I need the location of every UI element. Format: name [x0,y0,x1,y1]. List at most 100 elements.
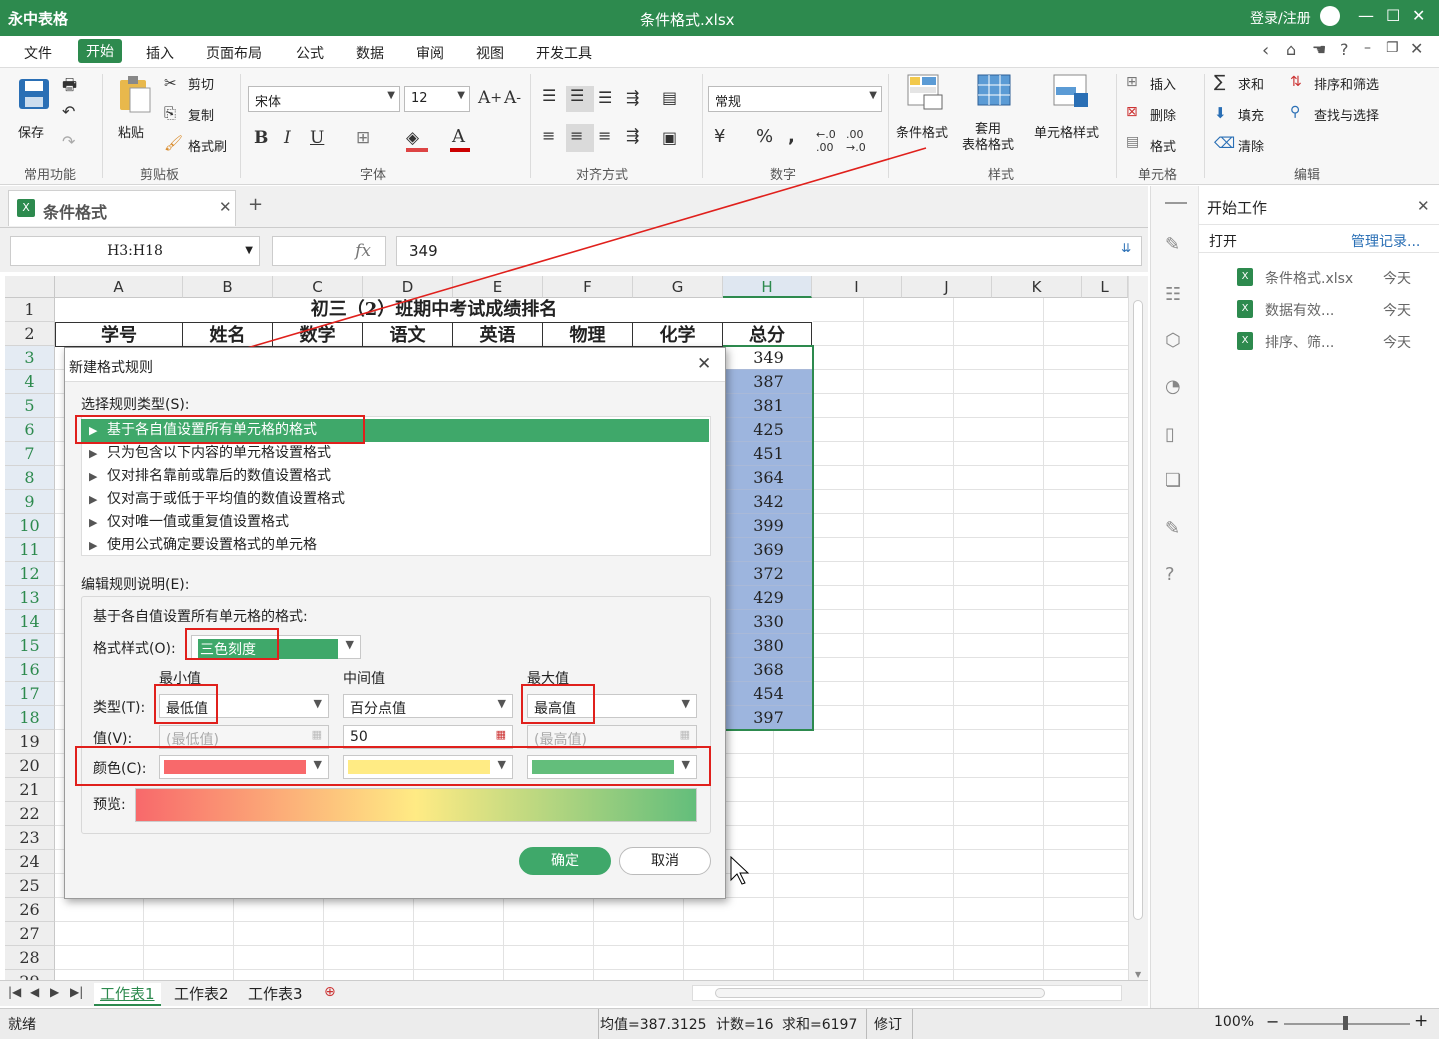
cancel-button[interactable]: 取消 [619,847,711,875]
maximize-icon[interactable]: ☐ [1386,6,1400,25]
total-cell[interactable]: 397 [724,706,813,730]
currency-icon[interactable]: ¥ [714,126,725,147]
prev-sheet-icon[interactable]: ◀ [30,985,39,999]
zoom-slider-handle[interactable] [1343,1016,1348,1030]
row-header[interactable]: 24 [5,850,55,874]
sum-icon[interactable]: ∑ [1214,72,1225,92]
total-cell[interactable]: 372 [724,562,813,586]
edit-icon[interactable]: ✎ [1165,518,1180,539]
document-tab[interactable]: X 条件格式 ✕ [8,190,236,226]
menu-file[interactable]: 文件 [24,43,52,63]
fill-color-icon[interactable]: ◈ [406,128,419,148]
column-header[interactable]: H [723,276,812,298]
copy-button[interactable]: 复制 [188,105,214,124]
row-header[interactable]: 16 [5,658,55,682]
row-header[interactable]: 7 [5,442,55,466]
increase-decimal-icon[interactable]: ←.0.00 [816,128,836,154]
doc-close-icon[interactable]: ✕ [1410,39,1423,58]
total-cell[interactable]: 454 [724,682,813,706]
add-sheet-icon[interactable]: ⊕ [324,984,336,1000]
rule-item-average[interactable]: ▶ 仅对高于或低于平均值的数值设置格式 [81,488,709,511]
insert-button[interactable]: 插入 [1150,74,1176,93]
border-icon[interactable]: ⊞ [356,128,370,148]
row-header[interactable]: 23 [5,826,55,850]
column-header[interactable]: K [992,276,1082,298]
zoom-in-icon[interactable]: + [1414,1011,1428,1031]
name-box[interactable]: H3:H18 ▼ [10,236,260,266]
comma-icon[interactable]: , [788,126,795,147]
row-header[interactable]: 6 [5,418,55,442]
row-header[interactable]: 17 [5,682,55,706]
row-header[interactable]: 28 [5,946,55,970]
sheet-tab-3[interactable]: 工作表3 [248,983,303,1004]
doc-restore-icon[interactable]: ❐ [1386,40,1399,56]
dialog-close-icon[interactable]: ✕ [697,354,711,374]
eraser-icon[interactable]: ⌫ [1214,134,1235,152]
last-sheet-icon[interactable]: ▶| [70,985,83,999]
delete-button[interactable]: 删除 [1150,105,1176,124]
fill-button[interactable]: 填充 [1238,105,1264,124]
total-cell[interactable]: 381 [724,394,813,418]
font-size-select[interactable]: 12 ▼ [404,86,470,112]
header-cell[interactable]: 语文 [363,322,453,347]
zoom-out-icon[interactable]: − [1266,1012,1279,1031]
scroll-down-icon[interactable]: ▼ [1135,970,1141,979]
close-icon[interactable]: ✕ [1412,6,1425,25]
insert-cell-icon[interactable]: ⊞ [1126,74,1138,90]
merge-icon[interactable]: ▣ [662,128,677,147]
save-button[interactable]: 保存 [18,122,44,141]
format-painter-icon[interactable]: 🖌 [164,134,183,152]
sum-button[interactable]: 求和 [1238,74,1264,93]
range-picker-icon[interactable]: ▦ [680,728,690,741]
column-header[interactable]: J [902,276,992,298]
menu-view[interactable]: 视图 [476,43,504,63]
percent-icon[interactable]: % [756,126,773,147]
revision-mode[interactable]: 修订 [874,1014,902,1034]
delete-cell-icon[interactable]: ⊠ [1126,104,1138,120]
menu-page-layout[interactable]: 页面布局 [206,43,262,63]
header-cell[interactable]: 化学 [633,322,723,347]
pen-icon[interactable]: ✎ [1165,234,1180,255]
hand-icon[interactable]: ☚ [1312,40,1326,59]
format-button[interactable]: 格式 [1150,136,1176,155]
total-cell[interactable]: 429 [724,586,813,610]
header-cell[interactable]: 数学 [273,322,363,347]
header-cell[interactable]: 物理 [543,322,633,347]
row-header[interactable]: 1 [5,298,55,322]
close-tab-icon[interactable]: ✕ [219,198,232,216]
row-header[interactable]: 12 [5,562,55,586]
expand-formula-icon[interactable]: ⇊ [1121,241,1131,255]
fill-down-icon[interactable]: ⬇ [1214,104,1227,122]
open-label[interactable]: 打开 [1209,231,1237,251]
conditional-format-button[interactable]: 条件格式 [896,122,948,141]
next-sheet-icon[interactable]: ▶ [50,985,59,999]
row-header[interactable]: 13 [5,586,55,610]
cut-button[interactable]: 剪切 [188,74,214,93]
ok-button[interactable]: 确定 [519,847,611,875]
close-pane-icon[interactable]: ✕ [1417,197,1430,215]
align-right-icon[interactable]: ≡ [598,126,611,145]
menu-review[interactable]: 审阅 [416,43,444,63]
row-header[interactable]: 18 [5,706,55,730]
align-middle-icon[interactable]: ☰ [570,86,584,105]
column-header[interactable]: D [363,276,453,298]
total-cell[interactable]: 368 [724,658,813,682]
row-header[interactable]: 29 [5,970,55,980]
grow-font-icon[interactable]: A + [478,88,502,108]
total-cell[interactable]: 369 [724,538,813,562]
distribute-icon[interactable]: ⇶ [626,126,639,145]
first-sheet-icon[interactable]: |◀ [8,985,21,999]
row-header[interactable]: 11 [5,538,55,562]
column-header[interactable]: A [55,276,183,298]
menu-formulas[interactable]: 公式 [296,43,324,63]
cut-icon[interactable]: ✂ [164,74,177,92]
bold-icon[interactable]: B [254,128,268,148]
manage-records-link[interactable]: 管理记录... [1351,231,1420,251]
header-cell[interactable]: 姓名 [183,322,273,347]
indent-icon[interactable]: ⇶ [626,88,639,107]
column-header[interactable]: C [273,276,363,298]
clipboard-icon[interactable]: ▯ [1165,424,1175,445]
minimize-icon[interactable]: — [1358,6,1374,25]
recent-file-item[interactable]: X 条件格式.xlsx 今天 [1237,266,1433,290]
collapse-ribbon-icon[interactable]: ⌂ [1286,40,1296,59]
